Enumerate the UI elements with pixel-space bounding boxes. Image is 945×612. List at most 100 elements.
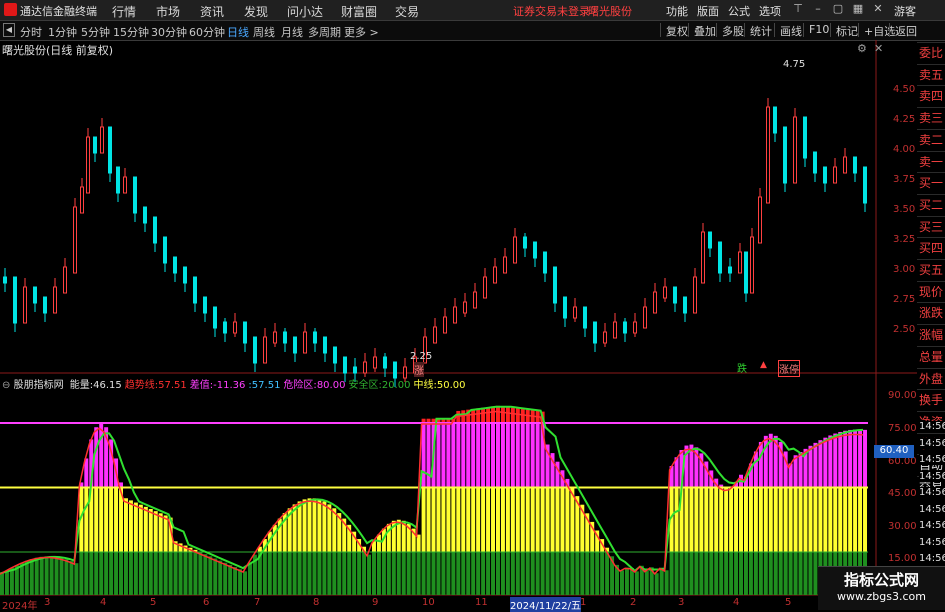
period-day[interactable]: 日线 [227, 24, 249, 40]
minimize-icon[interactable]: – [812, 2, 824, 16]
side-panel-item[interactable]: 买三 [917, 216, 945, 238]
login-warning[interactable]: 证券交易未登录 [513, 3, 590, 19]
indicator-toggle-icon[interactable]: ⊖ [2, 380, 10, 391]
close-chart-icon[interactable]: ✕ [874, 42, 883, 55]
menu-xuanxiang[interactable]: 选项 [759, 3, 781, 19]
energy-bar [149, 552, 153, 595]
energy-bar [749, 552, 753, 595]
energy-bar [55, 557, 59, 595]
x-axis-label: 2024年 [2, 597, 37, 612]
side-panel-item[interactable]: 委比 [917, 42, 945, 64]
watermark-title: 指标公式网 [818, 569, 945, 590]
menu-shichang[interactable]: 市场 [156, 3, 180, 20]
energy-bar [64, 559, 68, 595]
trade-time-label: 14:56 [919, 487, 945, 498]
menu-hangqing[interactable]: 行情 [112, 3, 136, 20]
energy-bar [436, 488, 440, 553]
period-more[interactable]: 更多 > [344, 24, 379, 40]
menu-zixun[interactable]: 资讯 [200, 3, 224, 20]
period-fenshi[interactable]: 分时 [20, 24, 42, 40]
candle-body [109, 127, 112, 173]
side-panel-item[interactable]: 涨幅 [917, 324, 945, 346]
menu-gongshi[interactable]: 公式 [728, 3, 750, 19]
period-5min[interactable]: 5分钟 [81, 24, 110, 40]
indicator-item: 危险区:80.00 [283, 380, 345, 391]
chart-area[interactable] [0, 40, 917, 609]
side-panel-item[interactable]: 卖四 [917, 85, 945, 107]
side-panel-item[interactable]: 外盘 [917, 368, 945, 390]
title-bar: 通达信金融终端 行情 市场 资讯 发现 问小达 财富圈 交易 证券交易未登录 曙… [0, 0, 945, 21]
side-panel-item[interactable]: 卖二 [917, 129, 945, 151]
menu-gongneng[interactable]: 功能 [666, 3, 688, 19]
biaoji-button[interactable]: 标记 [830, 23, 858, 37]
energy-bar [288, 552, 292, 595]
grid-icon[interactable]: ▦ [852, 2, 864, 16]
indicator-name[interactable]: 股朋指标网 [14, 380, 64, 391]
period-60min[interactable]: 60分钟 [189, 24, 225, 40]
period-multi[interactable]: 多周期 [308, 24, 341, 40]
candle-body [454, 307, 457, 323]
energy-bar [30, 559, 34, 595]
stock-link[interactable]: 曙光股份 [588, 3, 632, 19]
side-panel-item[interactable]: 卖一 [917, 151, 945, 173]
energy-bar [5, 571, 9, 595]
x-axis-label: 6 [203, 597, 209, 608]
f10-button[interactable]: F10 [803, 23, 829, 37]
tongji-button[interactable]: 统计 [744, 23, 772, 37]
period-month[interactable]: 月线 [281, 24, 303, 40]
energy-bar [481, 408, 485, 423]
energy-bar [625, 568, 629, 595]
energy-bar [506, 552, 510, 595]
energy-bar [714, 552, 718, 595]
period-15min[interactable]: 15分钟 [113, 24, 149, 40]
side-panel-item[interactable]: 买一 [917, 172, 945, 194]
side-panel-item[interactable]: 买五 [917, 259, 945, 281]
period-1min[interactable]: 1分钟 [48, 24, 77, 40]
side-panel-item[interactable]: 买四 [917, 237, 945, 259]
energy-bar [441, 488, 445, 553]
energy-bar [35, 558, 39, 595]
energy-bar [838, 488, 842, 553]
energy-bar [114, 552, 118, 595]
period-30min[interactable]: 30分钟 [151, 24, 187, 40]
side-panel-item[interactable]: 涨跌 [917, 302, 945, 324]
close-icon[interactable]: ✕ [872, 2, 884, 16]
energy-bar [312, 498, 316, 552]
period-week[interactable]: 周线 [253, 24, 275, 40]
user-label[interactable]: 游客 [894, 3, 916, 19]
fuquan-button[interactable]: 复权 [660, 23, 688, 37]
side-panel-item[interactable]: 现价 [917, 281, 945, 303]
candle-body [24, 287, 27, 323]
settings-gear-icon[interactable]: ⚙ [857, 42, 867, 55]
candle-body [854, 157, 857, 173]
energy-bar [89, 552, 93, 595]
energy-bar [799, 488, 803, 553]
menu-banmian[interactable]: 版面 [697, 3, 719, 19]
menu-faxian[interactable]: 发现 [244, 3, 268, 20]
indicator-item-label: 能量: [70, 380, 93, 391]
energy-bar [794, 455, 798, 487]
side-panel-item[interactable]: 买二 [917, 194, 945, 216]
candle-body [524, 237, 527, 248]
back-button[interactable]: 返回 [889, 23, 917, 37]
huaxian-button[interactable]: 画线 [774, 23, 802, 37]
candle-body [134, 177, 137, 213]
menu-caifuquan[interactable]: 财富圈 [341, 3, 377, 20]
collapse-icon[interactable]: ◀ [3, 23, 15, 37]
side-panel-item[interactable]: 卖五 [917, 64, 945, 86]
energy-bar [754, 488, 758, 553]
side-panel-item[interactable]: 总量 [917, 346, 945, 368]
duogu-button[interactable]: 多股 [716, 23, 744, 37]
restore-icon[interactable]: ▢ [832, 2, 844, 16]
trade-time-label: 14:56 [919, 471, 945, 482]
side-panel-item[interactable]: 换手 [917, 389, 945, 411]
t-icon[interactable]: ⊤ [792, 2, 804, 16]
diejia-button[interactable]: 叠加 [688, 23, 716, 37]
menu-jiaoyi[interactable]: 交易 [395, 3, 419, 20]
energy-bar [813, 488, 817, 553]
side-panel-item[interactable]: 卖三 [917, 107, 945, 129]
energy-bar [595, 552, 599, 595]
energy-bar [838, 432, 842, 488]
menu-wenxiaoda[interactable]: 问小达 [287, 3, 323, 20]
energy-bar [104, 552, 108, 595]
